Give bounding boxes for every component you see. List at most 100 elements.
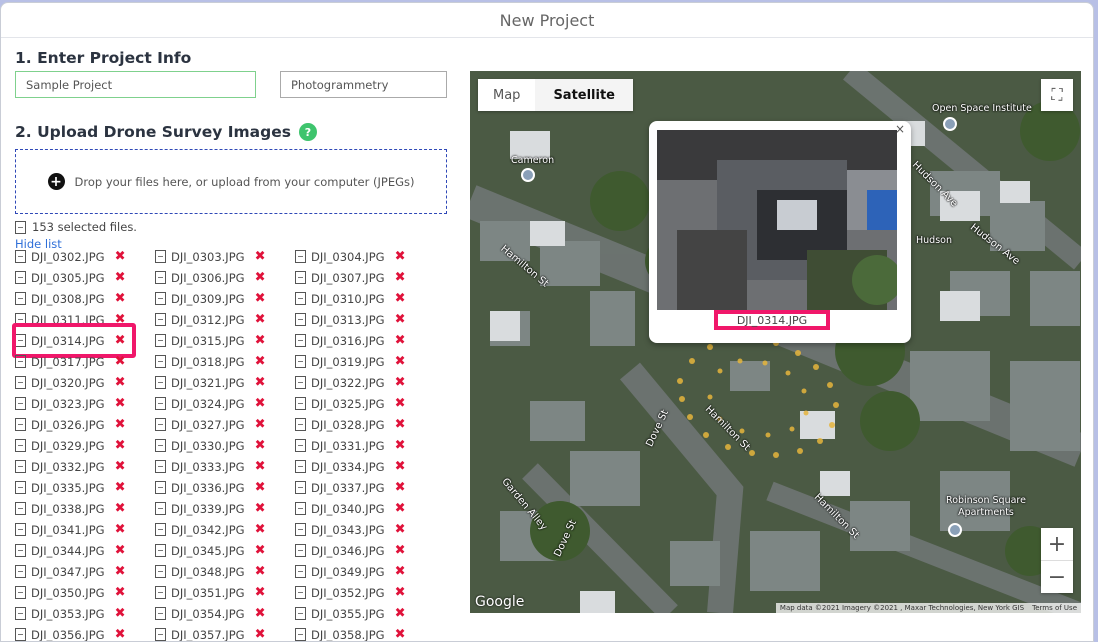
poi-cameron[interactable]: Cameron: [511, 155, 554, 166]
tab-satellite[interactable]: Satellite: [535, 79, 634, 111]
file-icon: [295, 292, 306, 305]
remove-file-icon[interactable]: ✖: [115, 564, 126, 579]
remove-file-icon[interactable]: ✖: [395, 291, 406, 306]
remove-file-icon[interactable]: ✖: [395, 417, 406, 432]
remove-file-icon[interactable]: ✖: [395, 627, 406, 641]
remove-file-icon[interactable]: ✖: [255, 417, 266, 432]
remove-file-icon[interactable]: ✖: [395, 522, 406, 537]
remove-file-icon[interactable]: ✖: [115, 543, 126, 558]
file-icon: [155, 481, 166, 494]
remove-file-icon[interactable]: ✖: [255, 354, 266, 369]
file-drop-zone[interactable]: + Drop your files here, or upload from y…: [15, 149, 447, 214]
file-icon: [15, 565, 26, 578]
help-icon[interactable]: ?: [298, 123, 317, 141]
remove-file-icon[interactable]: ✖: [395, 564, 406, 579]
remove-file-icon[interactable]: ✖: [395, 396, 406, 411]
remove-file-icon[interactable]: ✖: [115, 627, 126, 641]
remove-file-icon[interactable]: ✖: [395, 480, 406, 495]
remove-file-icon[interactable]: ✖: [395, 354, 406, 369]
remove-file-icon[interactable]: ✖: [115, 480, 126, 495]
poi-open-space-institute[interactable]: Open Space Institute: [932, 103, 1032, 114]
file-name: DJI_0321.JPG: [171, 375, 245, 390]
file-name: DJI_0337.JPG: [311, 480, 385, 495]
remove-file-icon[interactable]: ✖: [255, 606, 266, 621]
file-icon: [15, 502, 26, 515]
remove-file-icon[interactable]: ✖: [395, 543, 406, 558]
remove-file-icon[interactable]: ✖: [115, 291, 126, 306]
remove-file-icon[interactable]: ✖: [255, 438, 266, 453]
remove-file-icon[interactable]: ✖: [115, 606, 126, 621]
zoom-out-button[interactable]: −: [1041, 561, 1073, 593]
remove-file-icon[interactable]: ✖: [395, 333, 406, 348]
remove-file-icon[interactable]: ✖: [255, 396, 266, 411]
remove-file-icon[interactable]: ✖: [255, 333, 266, 348]
project-name-input[interactable]: Sample Project: [15, 71, 256, 98]
remove-file-icon[interactable]: ✖: [115, 396, 126, 411]
file-icon: [295, 355, 306, 368]
remove-file-icon[interactable]: ✖: [115, 501, 126, 516]
remove-file-icon[interactable]: ✖: [115, 249, 126, 264]
file-icon: [15, 271, 26, 284]
zoom-in-button[interactable]: +: [1041, 528, 1073, 560]
remove-file-icon[interactable]: ✖: [255, 270, 266, 285]
remove-file-icon[interactable]: ✖: [255, 501, 266, 516]
remove-file-icon[interactable]: ✖: [255, 312, 266, 327]
remove-file-icon[interactable]: ✖: [395, 375, 406, 390]
file-icon: [155, 313, 166, 326]
remove-file-icon[interactable]: ✖: [255, 375, 266, 390]
remove-file-icon[interactable]: ✖: [115, 270, 126, 285]
remove-file-icon[interactable]: ✖: [255, 585, 266, 600]
file-list-item: DJI_0330.JPG ✖: [155, 438, 265, 453]
remove-file-icon[interactable]: ✖: [255, 543, 266, 558]
remove-file-icon[interactable]: ✖: [115, 459, 126, 474]
file-icon: [295, 376, 306, 389]
remove-file-icon[interactable]: ✖: [115, 354, 126, 369]
remove-file-icon[interactable]: ✖: [255, 522, 266, 537]
map-view[interactable]: Open Space Institute Cameron Hudson Huds…: [470, 71, 1081, 613]
file-name: DJI_0345.JPG: [171, 543, 245, 558]
terms-link[interactable]: Terms of Use: [1032, 604, 1077, 612]
remove-file-icon[interactable]: ✖: [255, 564, 266, 579]
remove-file-icon[interactable]: ✖: [395, 606, 406, 621]
file-list-item: DJI_0321.JPG ✖: [155, 375, 265, 390]
remove-file-icon[interactable]: ✖: [395, 585, 406, 600]
remove-file-icon[interactable]: ✖: [395, 249, 406, 264]
file-list-item: DJI_0357.JPG ✖: [155, 627, 266, 641]
file-name: DJI_0351.JPG: [171, 585, 245, 600]
file-icon: [295, 523, 306, 536]
poi-robinson-square[interactable]: Robinson Square Apartments: [936, 495, 1036, 519]
file-name: DJI_0316.JPG: [311, 333, 385, 348]
file-list-item: DJI_0342.JPG ✖: [155, 522, 265, 537]
file-name: DJI_0348.JPG: [171, 564, 245, 579]
remove-file-icon[interactable]: ✖: [115, 585, 126, 600]
remove-file-icon[interactable]: ✖: [395, 270, 406, 285]
remove-file-icon[interactable]: ✖: [255, 480, 266, 495]
file-list-item: DJI_0344.JPG ✖: [15, 543, 125, 558]
remove-file-icon[interactable]: ✖: [255, 459, 266, 474]
section2-header: 2. Upload Drone Survey Images ?: [15, 123, 447, 141]
remove-file-icon[interactable]: ✖: [115, 438, 126, 453]
remove-file-icon[interactable]: ✖: [395, 459, 406, 474]
file-icon: [155, 292, 166, 305]
file-list-item: DJI_0349.JPG ✖: [295, 564, 405, 579]
tab-map[interactable]: Map: [478, 79, 535, 111]
project-type-select[interactable]: Photogrammetry: [280, 71, 447, 98]
file-icon: [15, 418, 26, 431]
remove-file-icon[interactable]: ✖: [255, 249, 266, 264]
add-circle-icon: +: [47, 173, 65, 190]
file-list-item: DJI_0348.JPG ✖: [155, 564, 265, 579]
remove-file-icon[interactable]: ✖: [115, 375, 126, 390]
file-icon: [15, 481, 26, 494]
remove-file-icon[interactable]: ✖: [255, 627, 266, 641]
remove-file-icon[interactable]: ✖: [255, 291, 266, 306]
poi-pin-icon: [948, 523, 962, 537]
remove-file-icon[interactable]: ✖: [395, 501, 406, 516]
image-preview-graphic: [657, 130, 897, 310]
fullscreen-button[interactable]: ⛶: [1041, 79, 1073, 111]
file-name: DJI_0341.JPG: [31, 522, 105, 537]
remove-file-icon[interactable]: ✖: [395, 312, 406, 327]
remove-file-icon[interactable]: ✖: [395, 438, 406, 453]
remove-file-icon[interactable]: ✖: [115, 522, 126, 537]
remove-file-icon[interactable]: ✖: [115, 417, 126, 432]
image-preview-label: DJI_0314.JPG: [714, 310, 830, 330]
